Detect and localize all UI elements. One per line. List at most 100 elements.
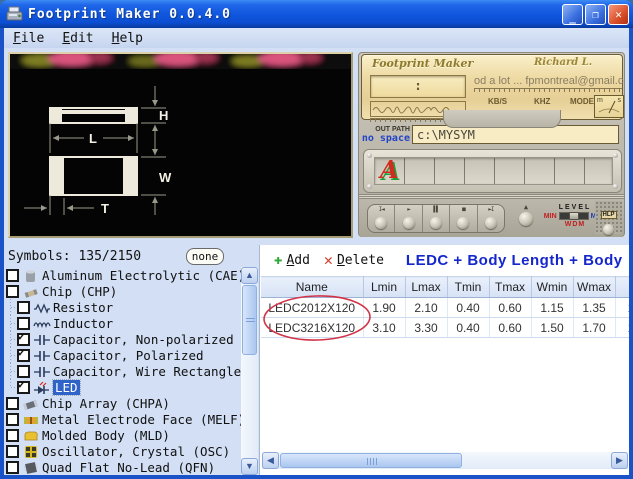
list-item-capacitor-polarized[interactable]: ✔ Capacitor, Polarized [4,347,241,363]
list-item-capacitor-nonpolarized[interactable]: ✔ Capacitor, Non-polarized [4,331,241,347]
level-slider-thumb[interactable] [569,212,579,220]
checkbox[interactable] [6,429,19,442]
list-item-aluminum-electrolytic[interactable]: Aluminum Electrolytic (CAE) [4,267,241,283]
out-path-label: OUT PATH no space [361,126,410,144]
check-icon: ✔ [18,330,25,343]
table-row[interactable]: LEDC3216X120 3.10 3.30 0.40 0.60 1.50 1.… [261,318,629,338]
cell-tmax[interactable]: 0.60 [489,318,531,338]
cell-wmax[interactable]: 1.35 [573,298,615,318]
checkbox[interactable] [6,445,19,458]
checkbox[interactable] [6,269,19,282]
stop-button[interactable]: ■ [450,205,477,232]
pause-button[interactable]: ▌▌ [423,205,450,232]
none-button[interactable]: none [186,248,224,265]
cell-lmax[interactable]: 3.30 [405,318,447,338]
radio-panel: Footprint Maker Richard L. : od a lot ..… [358,52,625,237]
column-header-lmin[interactable]: Lmin [363,277,405,298]
title-bar[interactable]: Footprint Maker 0.0.4.0 _ ❐ ✕ [0,0,633,28]
scroll-down-button[interactable]: ▼ [241,458,258,475]
add-button[interactable]: Add [286,253,309,268]
cell-lmin[interactable]: 1.90 [363,298,405,318]
list-item-resistor[interactable]: Resistor [4,299,241,315]
checkbox[interactable]: ✔ [17,333,30,346]
cell-wmax[interactable]: 1.70 [573,318,615,338]
table-row[interactable]: LEDC2012X120 1.90 2.10 0.40 0.60 1.15 1.… [261,298,629,318]
list-item-label: Resistor [53,300,113,315]
next-button[interactable]: ►I [478,205,504,232]
list-item-label: Quad Flat No-Lead (QFN) [42,460,215,475]
table-horizontal-scrollbar[interactable]: ◀ ▶ [262,452,628,469]
level-slider[interactable] [559,212,589,220]
list-item-qfn[interactable]: Quad Flat No-Lead (QFN) [4,459,241,475]
list-item-molded-body[interactable]: Molded Body (MLD) [4,427,241,443]
checkbox[interactable]: ✔ [17,349,30,362]
scroll-left-button[interactable]: ◀ [262,452,279,469]
scroll-right-button[interactable]: ▶ [611,452,628,469]
list-item-inductor[interactable]: Inductor [4,315,241,331]
previous-button[interactable]: I◄ [368,205,395,232]
list-item-melf[interactable]: Metal Electrode Face (MELF) [4,411,241,427]
column-header-h[interactable]: H [615,277,629,298]
cell-h[interactable]: 1.2 [615,298,629,318]
cell-name[interactable]: LEDC2012X120 [261,298,363,318]
list-item-label: Chip (CHP) [42,284,117,299]
cell-lmax[interactable]: 2.10 [405,298,447,318]
cell-name[interactable]: LEDC3216X120 [261,318,363,338]
column-header-lmax[interactable]: Lmax [405,277,447,298]
column-header-wmin[interactable]: Wmin [531,277,573,298]
checkbox[interactable] [17,317,30,330]
table-toolbar: ✚ Add ✕ Delete LEDC + Body Length + Body [260,245,629,275]
help-button[interactable] [603,224,614,235]
scroll-up-button[interactable]: ▲ [241,267,258,284]
cell-wmin[interactable]: 1.15 [531,298,573,318]
cell-h[interactable]: 1.2 [615,318,629,338]
column-header-name[interactable]: Name [261,277,363,298]
column-header-tmin[interactable]: Tmin [447,277,489,298]
maximize-button[interactable]: ❐ [585,4,606,25]
chip-icon [22,284,40,298]
checkbox[interactable] [17,365,30,378]
menu-edit[interactable]: Edit [53,30,102,47]
column-header-wmax[interactable]: Wmax [573,277,615,298]
checkbox[interactable] [17,301,30,314]
list-item-chip-array[interactable]: Chip Array (CHPA) [4,395,241,411]
cell-tmax[interactable]: 0.60 [489,298,531,318]
menu-bar: File Edit Help [4,28,629,48]
cell-lmin[interactable]: 3.10 [363,318,405,338]
list-item-capacitor-wire-rectangle[interactable]: Capacitor, Wire Rectangle [4,363,241,379]
cell-wmin[interactable]: 1.50 [531,318,573,338]
oscillator-icon [22,444,40,458]
menu-file[interactable]: File [4,30,53,47]
capacitor-icon [33,364,51,378]
electrolytic-capacitor-icon [22,268,40,282]
cell-tmin[interactable]: 0.40 [447,318,489,338]
eject-button[interactable]: ▲ [517,202,535,230]
cell-tmin[interactable]: 0.40 [447,298,489,318]
scrollbar-thumb[interactable] [242,285,257,355]
chevron-left-icon: ◀ [267,455,274,465]
menu-help[interactable]: Help [103,30,152,47]
check-icon: ✔ [18,378,25,391]
inductor-icon [33,316,51,330]
checkbox[interactable]: ✔ [17,381,30,394]
checkbox[interactable] [6,413,19,426]
play-button[interactable]: ► [395,205,422,232]
qfn-icon [22,460,40,474]
checkbox[interactable] [6,285,19,298]
dim-label-l: L [89,131,97,146]
close-button[interactable]: ✕ [608,4,629,25]
column-header-tmax[interactable]: Tmax [489,277,531,298]
checkbox[interactable] [6,397,19,410]
marquee-text: od a lot ... fpmontreal@gmail.com [474,75,624,87]
minimize-button[interactable]: _ [562,4,583,25]
previous-icon: I◄ [368,206,394,214]
checkbox[interactable] [6,461,19,474]
screw-icon [367,184,372,189]
delete-button[interactable]: Delete [337,253,384,268]
minimize-icon: _ [569,9,576,26]
list-item-oscillator[interactable]: Oscillator, Crystal (OSC) [4,443,241,459]
scrollbar-thumb[interactable] [280,453,462,468]
list-item-led[interactable]: ✔ LED [4,379,241,395]
list-item-chip[interactable]: Chip (CHP) [4,283,241,299]
symbol-list-scrollbar[interactable]: ▲ ▼ [241,267,258,475]
